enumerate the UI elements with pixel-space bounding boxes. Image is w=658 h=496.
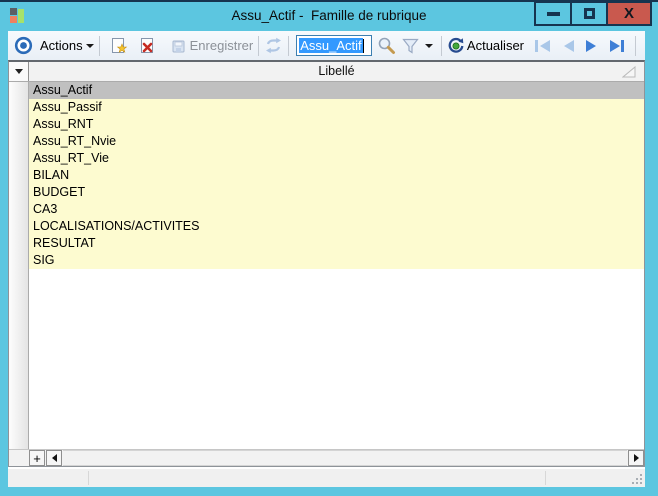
list-item-label: Assu_RT_Nvie — [33, 134, 117, 148]
nav-next-icon[interactable] — [583, 38, 601, 54]
status-bar — [8, 467, 645, 487]
horizontal-scrollbar[interactable]: + — [9, 449, 644, 466]
maximize-icon — [583, 8, 595, 19]
window-controls: X — [534, 2, 652, 26]
window-body: Actions Enregistrer Assu_Actif Actualise… — [8, 31, 645, 487]
column-header-libelle[interactable]: Libellé — [29, 62, 644, 81]
list-item[interactable]: RESULTAT — [29, 235, 644, 252]
minimize-icon — [546, 11, 560, 16]
toolbar-separator — [635, 35, 636, 56]
save-button[interactable]: Enregistrer — [190, 38, 254, 53]
list-item-label: Assu_RT_Vie — [33, 151, 109, 165]
list-item[interactable]: BUDGET — [29, 184, 644, 201]
scrollbar-track[interactable] — [63, 450, 627, 466]
list-item-label: BILAN — [33, 168, 70, 182]
add-row-button[interactable]: + — [29, 450, 45, 466]
sort-indicator-icon — [622, 66, 636, 78]
search-input[interactable]: Assu_Actif — [296, 35, 372, 56]
grid-header: Libellé — [9, 62, 644, 82]
actualiser-icon[interactable] — [447, 37, 465, 55]
scroll-left-button[interactable] — [46, 450, 62, 466]
filter-icon[interactable] — [401, 37, 420, 55]
save-icon[interactable] — [171, 37, 188, 54]
list-item-label: CA3 — [33, 202, 58, 216]
actions-menu-label[interactable]: Actions — [40, 38, 83, 53]
nav-previous-icon[interactable] — [559, 38, 577, 54]
list-item-label: Assu_Passif — [33, 100, 102, 114]
toolbar-separator — [258, 35, 260, 56]
list-item-label: Assu_Actif — [33, 83, 93, 97]
list-item[interactable]: Assu_RT_Vie — [29, 150, 644, 167]
nav-first-icon[interactable] — [532, 38, 553, 54]
row-selector-caret-icon — [14, 69, 23, 74]
statusbar-divider — [88, 471, 89, 485]
titlebar: Assu_Actif - Famille de rubrique X — [0, 2, 658, 29]
minimize-button[interactable] — [534, 2, 572, 26]
list-item-label: BUDGET — [33, 185, 86, 199]
resize-grip[interactable] — [632, 474, 642, 484]
scroll-right-button[interactable] — [628, 450, 644, 466]
list-item[interactable]: Assu_RNT — [29, 116, 644, 133]
grid-body: Assu_Actif Assu_Passif Assu_RNT Assu_RT_… — [9, 82, 644, 449]
scroll-right-icon — [633, 454, 639, 462]
toolbar-separator — [440, 35, 442, 56]
plus-icon: + — [33, 450, 41, 466]
delete-record-icon[interactable] — [139, 37, 157, 55]
list-item[interactable]: CA3 — [29, 201, 644, 218]
nav-last-icon[interactable] — [607, 38, 628, 54]
scroll-left-icon — [51, 454, 57, 462]
list-item[interactable]: Assu_RT_Nvie — [29, 133, 644, 150]
toolbar-separator — [288, 35, 290, 56]
list-item[interactable]: Assu_Passif — [29, 99, 644, 116]
actualiser-button[interactable]: Actualiser — [467, 38, 524, 53]
actions-bullseye-icon[interactable] — [14, 36, 33, 55]
search-icon[interactable] — [377, 36, 396, 55]
app-window: Assu_Actif - Famille de rubrique X Actio… — [0, 0, 658, 496]
text-caret — [362, 38, 364, 53]
list-item-label: LOCALISATIONS/ACTIVITES — [33, 219, 200, 233]
close-button[interactable]: X — [606, 2, 652, 26]
list-item-label: SIG — [33, 253, 55, 267]
maximize-button[interactable] — [570, 2, 608, 26]
list-item[interactable]: LOCALISATIONS/ACTIVITES — [29, 218, 644, 235]
grid-panel: Libellé Assu_Actif Assu_Passif Assu_RNT … — [8, 60, 645, 467]
list-body: Assu_Actif Assu_Passif Assu_RNT Assu_RT_… — [29, 82, 644, 449]
list-item-label: Assu_RNT — [33, 117, 94, 131]
refresh-icon[interactable] — [264, 37, 283, 54]
list-item[interactable]: BILAN — [29, 167, 644, 184]
filter-dropdown-icon[interactable] — [424, 43, 433, 48]
new-record-icon[interactable] — [110, 37, 128, 55]
list-item[interactable]: SIG — [29, 252, 644, 269]
list-item[interactable]: Assu_Actif — [29, 82, 644, 99]
close-icon: X — [623, 5, 634, 22]
column-header-label: Libellé — [318, 64, 355, 78]
search-input-selected-text: Assu_Actif — [299, 38, 363, 53]
grid-corner-selector[interactable] — [9, 62, 29, 81]
toolbar-separator — [98, 35, 100, 56]
actions-caret-icon — [85, 43, 94, 48]
row-gutter — [9, 82, 29, 449]
statusbar-divider — [545, 471, 546, 485]
list-item-label: RESULTAT — [33, 236, 96, 250]
toolbar: Actions Enregistrer Assu_Actif Actualise… — [8, 31, 645, 60]
